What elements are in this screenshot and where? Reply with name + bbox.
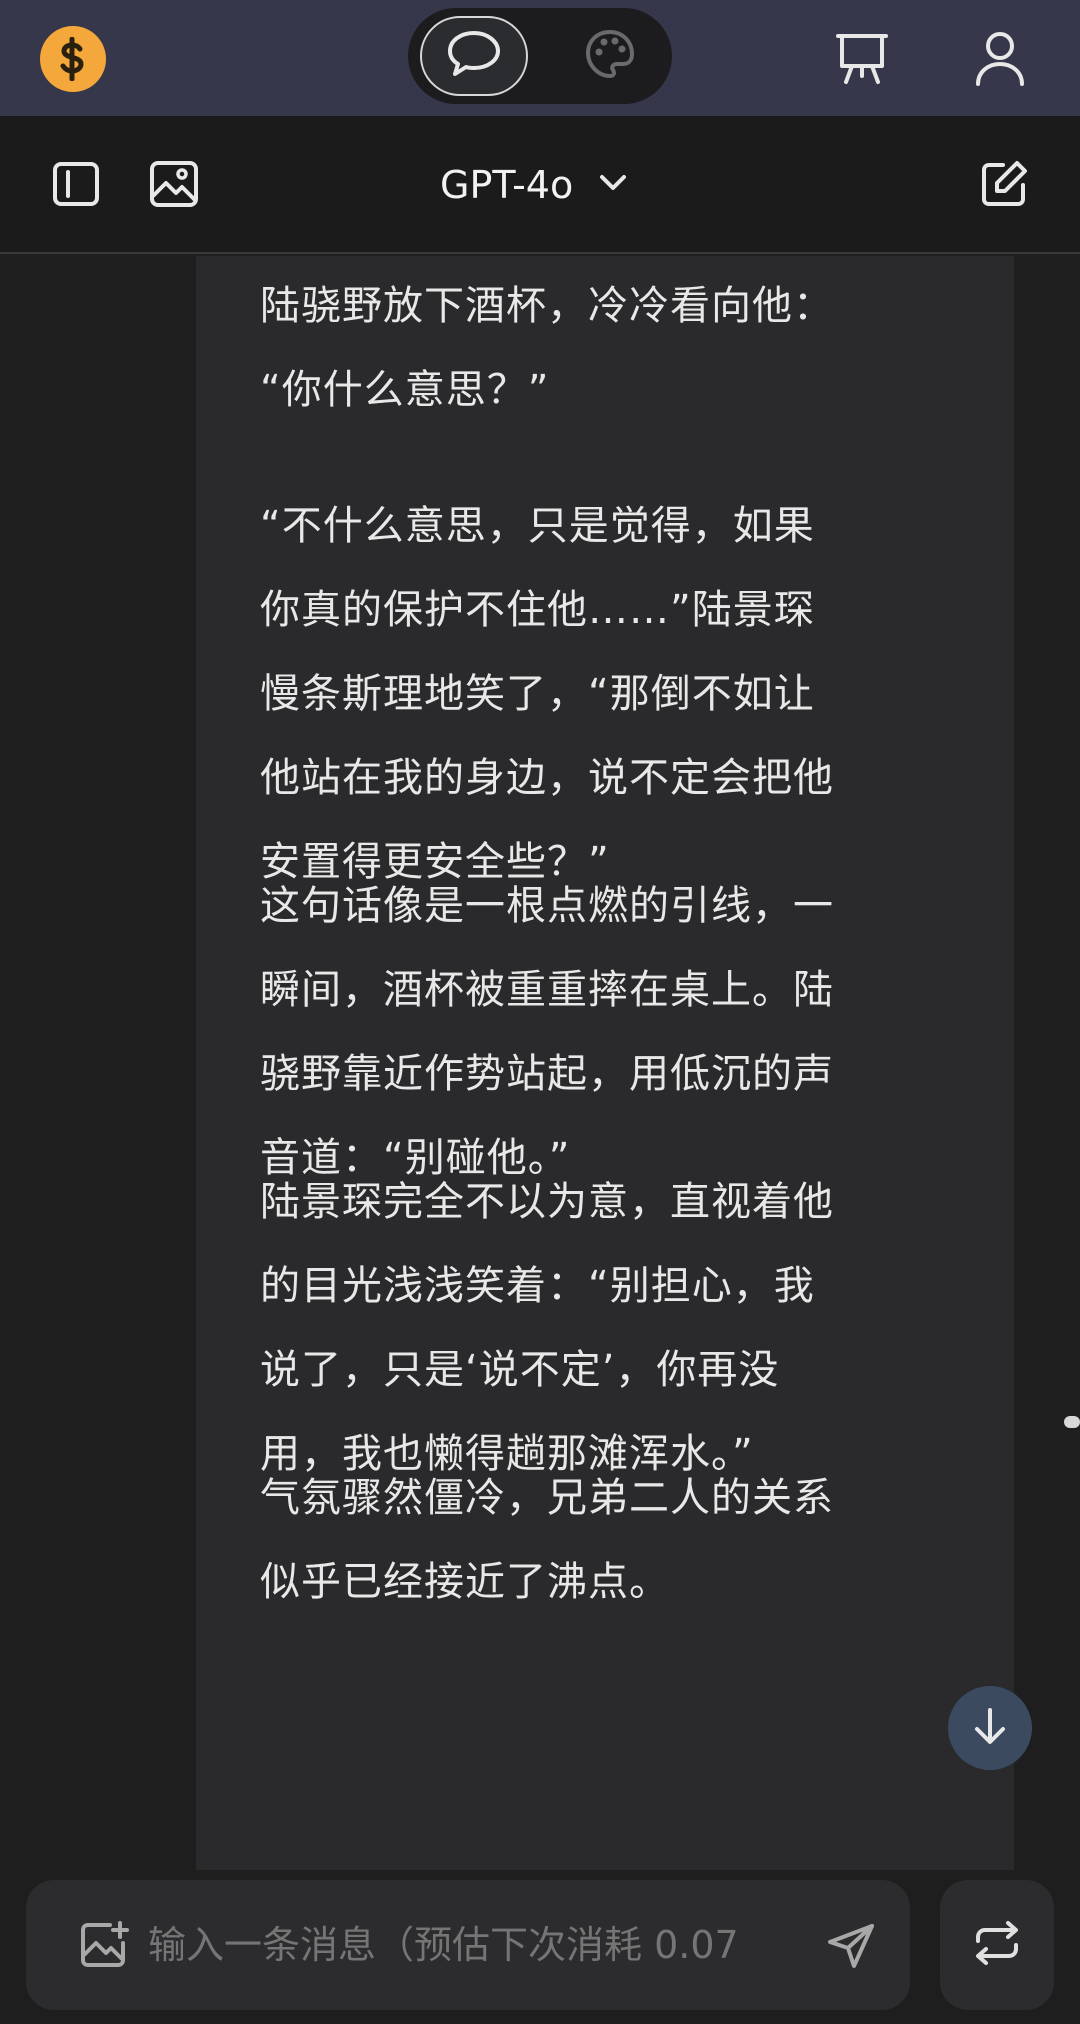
arrow-down-icon <box>973 1707 1007 1749</box>
image-icon[interactable] <box>146 156 202 212</box>
regenerate-button[interactable] <box>940 1880 1054 2010</box>
model-selector[interactable]: GPT-4o <box>440 152 627 218</box>
presentation-board-icon[interactable] <box>830 26 894 90</box>
chat-mode-button[interactable] <box>420 16 528 96</box>
user-icon[interactable] <box>968 26 1032 90</box>
palette-icon <box>584 28 636 84</box>
assistant-message: 陆骁野放下酒杯，冷冷看向他： “你什么意思？” “不什么意思，只是觉得，如果 你… <box>196 256 1014 1870</box>
chat-area[interactable]: 陆骁野放下酒杯，冷冷看向他： “你什么意思？” “不什么意思，只是觉得，如果 你… <box>0 256 1080 1870</box>
message-paragraph: “不什么意思，只是觉得，如果 你真的保护不住他……”陆景琛 慢条斯理地笑了，“那… <box>260 503 834 885</box>
scroll-to-bottom-button[interactable] <box>948 1686 1032 1770</box>
image-mode-button[interactable] <box>556 16 664 96</box>
regenerate-icon <box>972 1919 1022 1971</box>
new-chat-icon[interactable] <box>976 156 1032 212</box>
message-paragraph: 陆骁野放下酒杯，冷冷看向他： “你什么意思？” <box>260 283 834 413</box>
dollar-coin-icon[interactable] <box>40 26 106 92</box>
scrollbar-handle[interactable] <box>1064 1416 1080 1428</box>
message-paragraph: 气氛骤然僵冷，兄弟二人的关系 似乎已经接近了沸点。 <box>260 1475 834 1605</box>
message-input-box <box>26 1880 910 2010</box>
top-bar <box>0 0 1080 116</box>
composer <box>0 1872 1080 2024</box>
sidebar-icon[interactable] <box>48 156 104 212</box>
chevron-down-icon <box>599 174 627 196</box>
mode-toggle <box>408 8 672 104</box>
chat-bubble-icon <box>446 29 502 83</box>
model-name: GPT-4o <box>440 163 574 207</box>
message-paragraph: 这句话像是一根点燃的引线，一 瞬间，酒杯被重重摔在桌上。陆 骁野靠近作势站起，用… <box>260 883 834 1181</box>
message-paragraph: 陆景琛完全不以为意，直视着他 的目光浅浅笑着：“别担心，我 说了，只是‘说不定’… <box>260 1179 834 1477</box>
send-icon[interactable] <box>818 1914 884 1980</box>
message-input[interactable] <box>148 1910 818 1980</box>
add-image-icon[interactable] <box>76 1916 134 1974</box>
chat-header: GPT-4o <box>0 116 1080 254</box>
